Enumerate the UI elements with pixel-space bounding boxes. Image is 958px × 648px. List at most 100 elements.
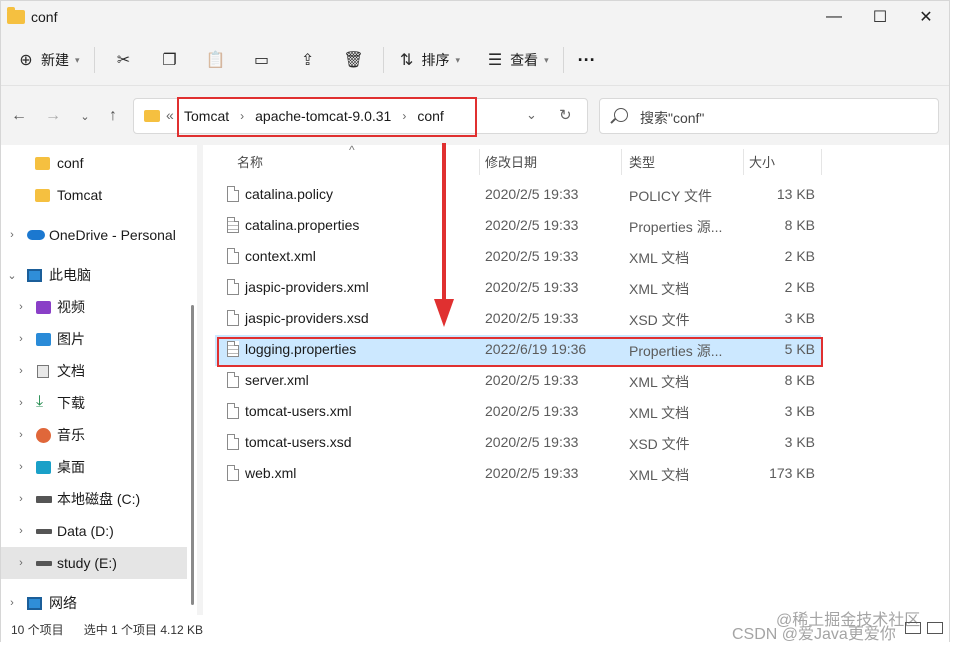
column-divider[interactable] <box>743 149 744 175</box>
column-header-label: 名称 <box>237 154 264 170</box>
sidebar-item-music[interactable]: › 音乐 <box>1 419 187 451</box>
table-row[interactable]: web.xml 2020/2/5 19:33 XML 文档 173 KB <box>215 459 821 490</box>
column-header-label: 修改日期 <box>485 154 538 170</box>
table-row[interactable]: catalina.policy 2020/2/5 19:33 POLICY 文件… <box>215 180 821 211</box>
sidebar-item-label: 此电脑 <box>49 267 91 283</box>
sidebar-scrollbar[interactable] <box>191 305 194 605</box>
chevron-right-icon[interactable]: › <box>6 229 18 241</box>
chevron-right-icon[interactable]: › <box>15 429 27 441</box>
up-button[interactable]: ↑ <box>101 106 125 126</box>
chevron-right-icon[interactable]: › <box>15 397 27 409</box>
cut-button[interactable]: ✂ <box>101 44 147 76</box>
sidebar-item-label: 视频 <box>57 299 85 315</box>
sort-ascending-icon: ^ <box>349 143 355 157</box>
chevron-down-icon: ⌄ <box>80 110 90 123</box>
table-row[interactable]: server.xml 2020/2/5 19:33 XML 文档 8 KB <box>215 366 821 397</box>
search-input[interactable]: 搜索"conf" <box>599 98 939 134</box>
file-type: XML 文档 <box>629 405 690 421</box>
rename-button[interactable]: ▭ <box>239 44 285 76</box>
copy-button[interactable]: ❐ <box>147 44 193 76</box>
recent-locations-button[interactable]: ⌄ <box>73 106 97 126</box>
sidebar-item-downloads[interactable]: › ⤓ 下载 <box>1 387 187 419</box>
new-button[interactable]: ⊕ 新建 ▾ <box>9 44 88 76</box>
sort-button[interactable]: ⇅ 排序 ▾ <box>390 44 469 76</box>
sidebar-item-label: 音乐 <box>57 427 85 443</box>
path-highlight-box <box>177 97 477 137</box>
address-dropdown-icon[interactable]: ⌄ <box>526 107 537 123</box>
sidebar-item-documents[interactable]: › 文档 <box>1 355 187 387</box>
file-type: XML 文档 <box>629 374 690 390</box>
column-divider[interactable] <box>479 149 480 175</box>
more-options-button[interactable]: ··· <box>570 44 604 76</box>
list-view-icon: ☰ <box>487 52 503 69</box>
table-row[interactable]: catalina.properties 2020/2/5 19:33 Prope… <box>215 211 821 242</box>
sidebar-item-tomcat[interactable]: Tomcat <box>1 179 187 211</box>
back-button[interactable]: ← <box>7 106 31 126</box>
document-icon <box>37 364 49 378</box>
download-icon: ⤓ <box>36 393 44 410</box>
sidebar-item-drive-d[interactable]: › Data (D:) <box>1 515 187 547</box>
column-divider[interactable] <box>621 149 622 175</box>
paste-button[interactable]: 📋 <box>193 44 239 76</box>
sidebar-item-label: 本地磁盘 (C:) <box>57 491 141 507</box>
sidebar-item-pictures[interactable]: › 图片 <box>1 323 187 355</box>
sidebar-item-conf[interactable]: conf <box>1 147 187 179</box>
file-name: jaspic-providers.xml <box>245 279 369 295</box>
view-button[interactable]: ☰ 查看 ▾ <box>478 44 557 76</box>
close-button[interactable]: ✕ <box>903 1 949 33</box>
chevron-right-icon[interactable]: › <box>15 461 27 473</box>
sidebar-item-label: 下载 <box>57 395 85 411</box>
column-header-name[interactable]: 名称 <box>237 145 263 177</box>
table-row[interactable]: jaspic-providers.xml 2020/2/5 19:33 XML … <box>215 273 821 304</box>
chevron-down-icon[interactable]: ⌄ <box>6 269 18 282</box>
chevron-right-icon[interactable]: › <box>15 493 27 505</box>
sidebar-item-desktop[interactable]: › 桌面 <box>1 451 187 483</box>
sidebar-item-label: conf <box>57 155 84 171</box>
file-size: 3 KB <box>784 310 815 326</box>
sidebar-item-drive-c[interactable]: › 本地磁盘 (C:) <box>1 483 187 515</box>
table-row[interactable]: jaspic-providers.xsd 2020/2/5 19:33 XSD … <box>215 304 821 335</box>
chevron-right-icon[interactable]: › <box>6 597 18 609</box>
new-label: 新建 <box>41 52 69 68</box>
maximize-button[interactable]: ☐ <box>857 1 903 33</box>
arrow-right-icon: → <box>45 107 61 124</box>
overflow-chevron[interactable]: « <box>166 107 174 123</box>
table-row[interactable]: tomcat-users.xsd 2020/2/5 19:33 XSD 文件 3… <box>215 428 821 459</box>
sidebar-item-label: Data (D:) <box>57 523 114 539</box>
chevron-right-icon[interactable]: › <box>15 333 27 345</box>
forward-button[interactable]: → <box>41 106 65 126</box>
sort-label: 排序 <box>421 52 450 68</box>
delete-button[interactable]: 🗑 <box>331 44 377 76</box>
minimize-button[interactable]: — <box>811 1 857 33</box>
network-icon <box>27 596 42 610</box>
file-icon <box>227 248 239 264</box>
sidebar-item-videos[interactable]: › 视频 <box>1 291 187 323</box>
table-row[interactable]: context.xml 2020/2/5 19:33 XML 文档 2 KB <box>215 242 821 273</box>
share-button[interactable]: ⇪ <box>285 44 331 76</box>
column-header-modified[interactable]: 修改日期 <box>485 145 537 177</box>
chevron-right-icon[interactable]: › <box>15 525 27 537</box>
refresh-icon[interactable]: ↻ <box>559 106 572 124</box>
sidebar-item-this-pc[interactable]: ⌄ 此电脑 <box>1 259 187 291</box>
column-header-size[interactable]: 大小 <box>749 145 775 177</box>
table-row[interactable]: tomcat-users.xml 2020/2/5 19:33 XML 文档 3… <box>215 397 821 428</box>
tiles-view-icon[interactable] <box>927 622 943 634</box>
file-type: XSD 文件 <box>629 436 690 452</box>
chevron-right-icon[interactable]: › <box>15 365 27 377</box>
sidebar-item-drive-e[interactable]: › study (E:) <box>1 547 187 579</box>
annotation-arrow <box>434 143 454 327</box>
share-icon: ⇪ <box>300 52 315 69</box>
image-icon <box>36 332 51 346</box>
file-list: 名称 ^ 修改日期 类型 大小 catalina.policy 2020/2/5… <box>203 143 949 615</box>
sidebar-item-label: OneDrive - Personal <box>49 227 176 243</box>
chevron-right-icon[interactable]: › <box>15 301 27 313</box>
file-icon <box>227 434 239 450</box>
sidebar-item-label: 网络 <box>49 595 77 611</box>
column-header-type[interactable]: 类型 <box>629 145 655 177</box>
plus-circle-icon: ⊕ <box>19 52 33 69</box>
column-divider[interactable] <box>821 149 822 175</box>
toolbar-divider <box>382 47 384 73</box>
sidebar-item-onedrive[interactable]: › OneDrive - Personal <box>1 219 187 251</box>
chevron-right-icon[interactable]: › <box>15 557 27 569</box>
folder-icon <box>35 188 50 202</box>
